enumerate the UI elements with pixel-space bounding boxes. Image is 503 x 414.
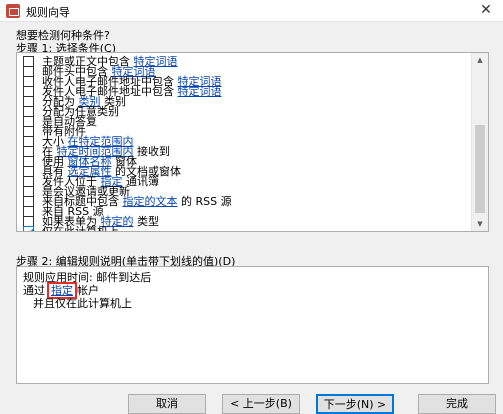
button-bar: 取消 < 上一步(B) 下一步(N) > 完成 [0,394,503,414]
outlook-rules-icon [6,4,20,18]
condition-value-link[interactable]: 指定的文本 [123,195,178,208]
back-button[interactable]: < 上一步(B) [222,394,300,414]
condition-text: 接收到 [133,145,170,158]
title-bar: 规则向导 ✕ [0,0,503,22]
conditions-scrollbar[interactable]: ▲ ▼ [471,53,488,231]
scroll-thumb[interactable] [475,125,485,213]
rule-description-box: 规则应用时间: 邮件到达后 通过 指定 帐户 并且仅在此计算机上 [16,266,489,384]
desc-line-3: 并且仅在此计算机上 [33,297,132,310]
condition-text: 类型 [133,215,159,228]
conditions-list[interactable]: ▲ ▼ 主题或正文中包含 特定词语 邮件头中包含 特定词语 收件人电子邮件地址中包含… [16,52,489,232]
scroll-up-arrow[interactable]: ▲ [472,53,488,67]
condition-text: 的 RSS 源 [177,195,232,208]
condition-label: 仅在此计算机上 [42,225,119,232]
scroll-down-arrow[interactable]: ▼ [472,217,488,231]
specified-account-link[interactable]: 指定 [51,284,73,297]
window-title: 规则向导 [26,6,70,19]
next-button[interactable]: 下一步(N) > [316,394,394,414]
condition-text: 仅在此计算机上 [42,225,119,232]
desc-line-2: 通过 指定 帐户 [23,282,99,299]
condition-value-link[interactable]: 特定词语 [178,85,222,98]
desc-line-1: 规则应用时间: 邮件到达后 [23,271,152,284]
checkbox-checked[interactable] [23,226,34,231]
cancel-button[interactable]: 取消 [128,394,206,414]
close-button[interactable]: ✕ [469,0,503,22]
finish-button[interactable]: 完成 [418,394,496,414]
